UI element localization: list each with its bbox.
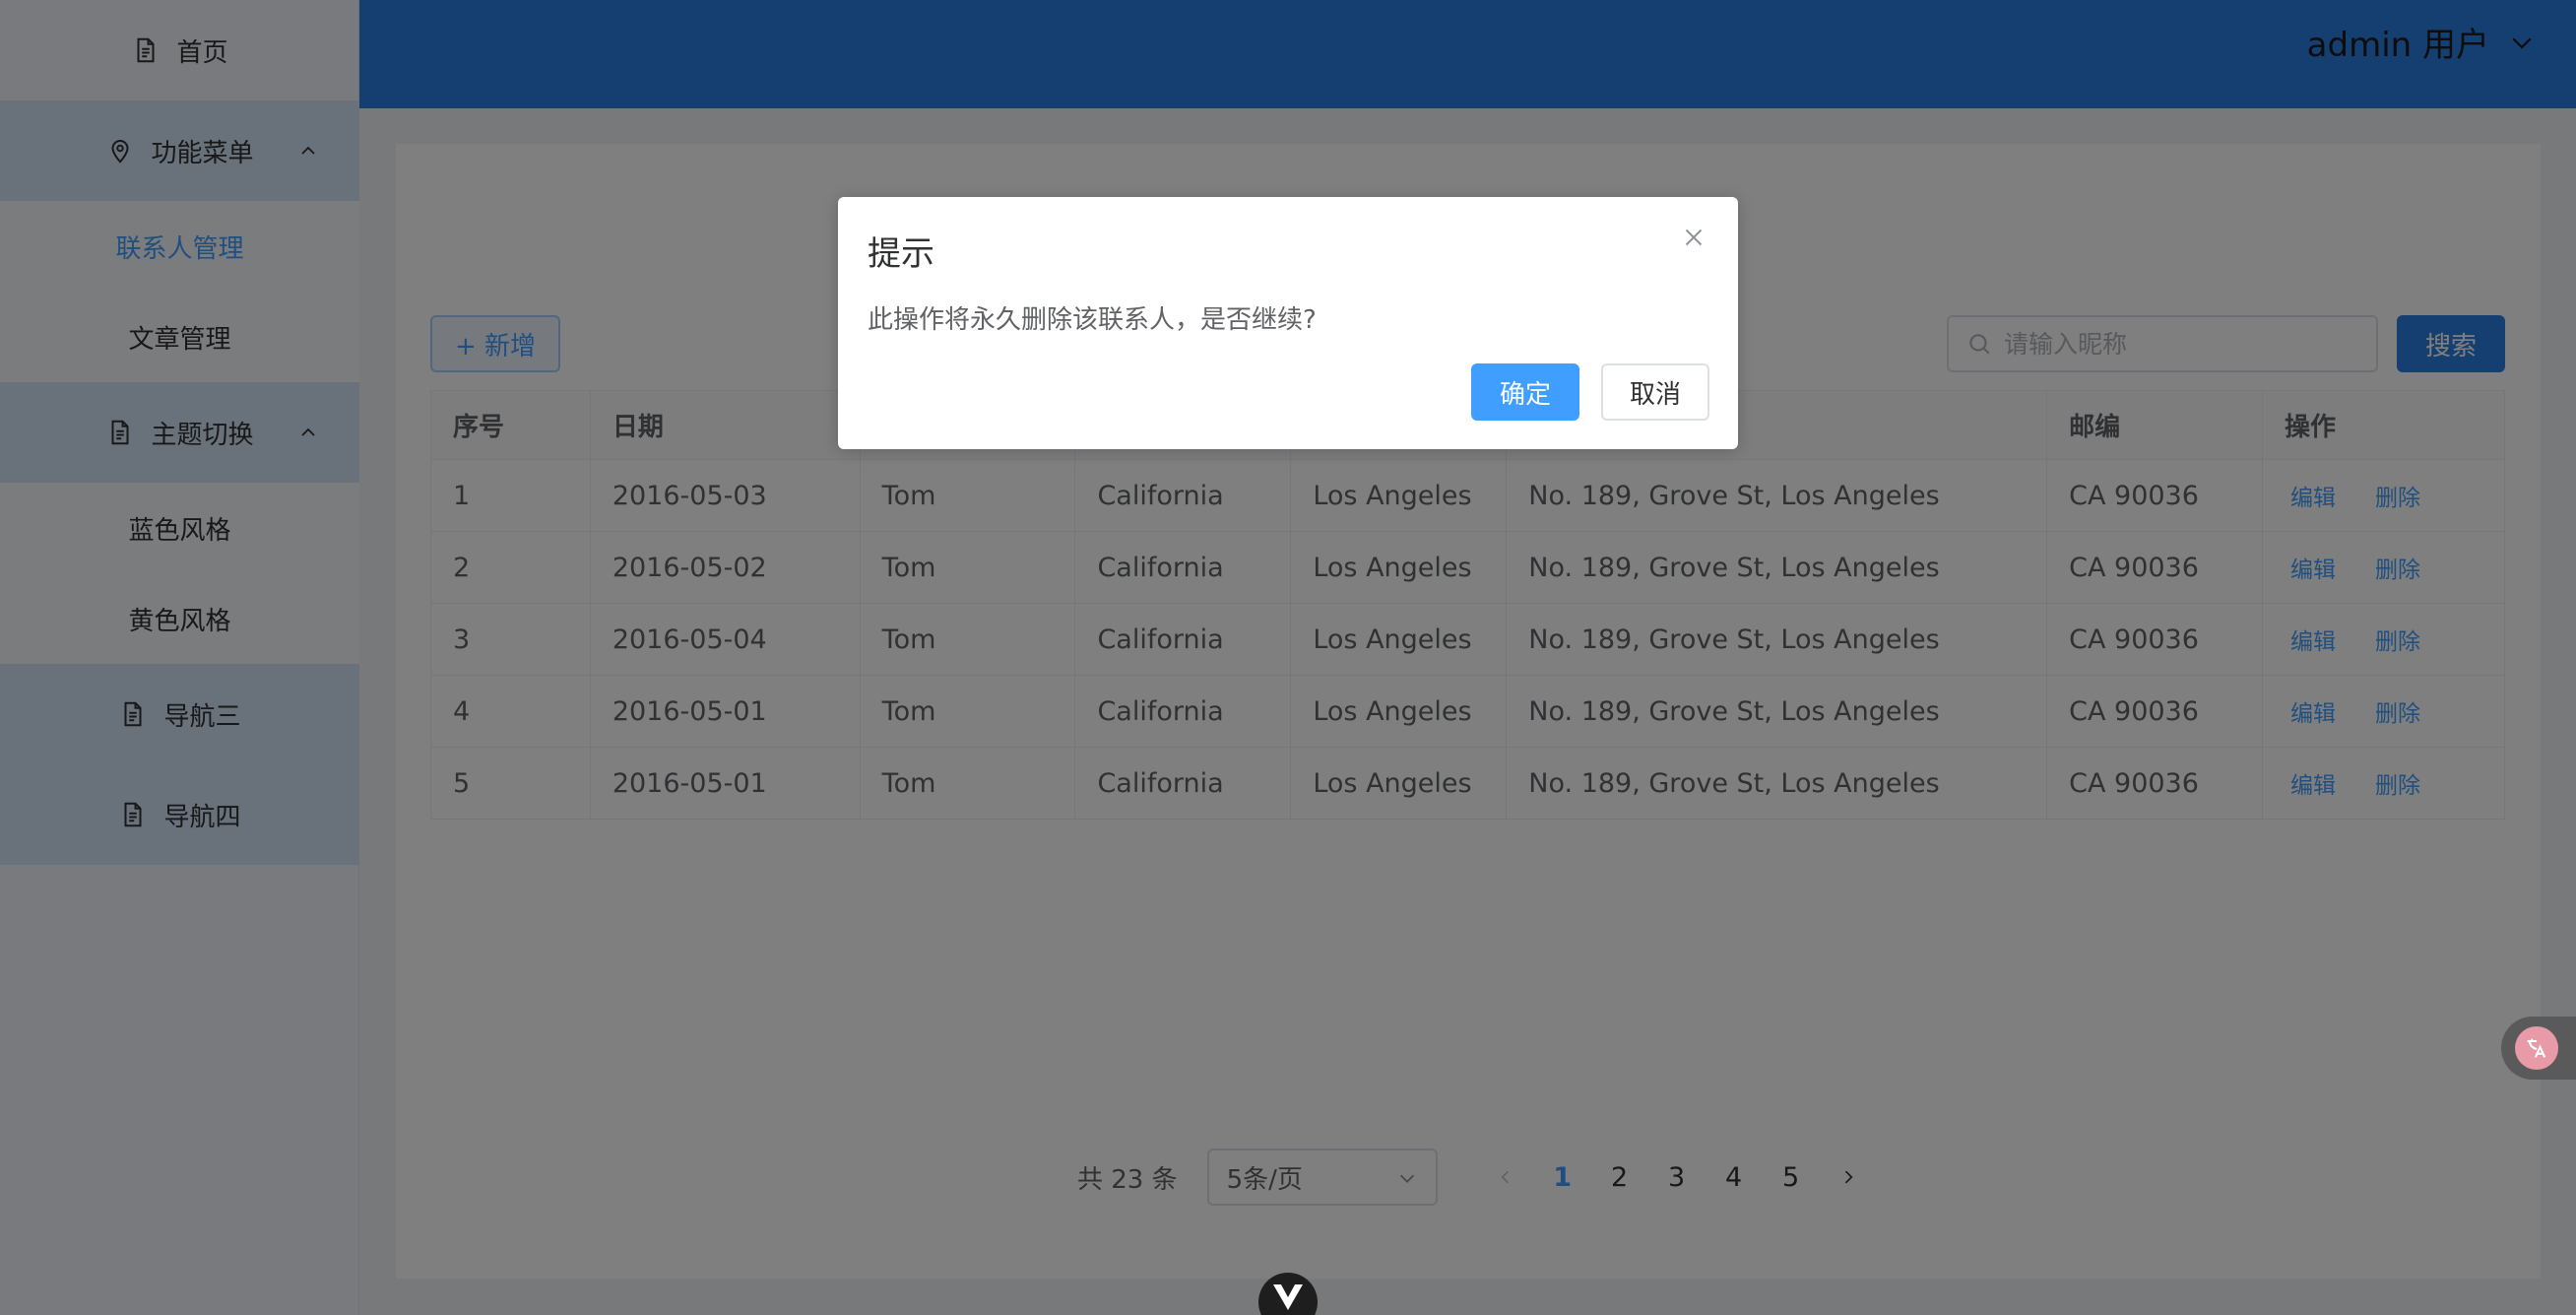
dialog-title: 提示	[868, 234, 934, 274]
vue-logo-icon	[1273, 1284, 1303, 1310]
dialog-message: 此操作将永久删除该联系人，是否继续?	[868, 305, 1317, 335]
close-icon[interactable]	[1679, 223, 1708, 252]
translate-icon	[2515, 1026, 2558, 1070]
translate-widget[interactable]	[2501, 1017, 2576, 1080]
cancel-button[interactable]: 取消	[1601, 363, 1709, 421]
confirm-dialog: 提示 此操作将永久删除该联系人，是否继续? 确定 取消	[838, 197, 1738, 449]
confirm-button[interactable]: 确定	[1471, 363, 1579, 421]
